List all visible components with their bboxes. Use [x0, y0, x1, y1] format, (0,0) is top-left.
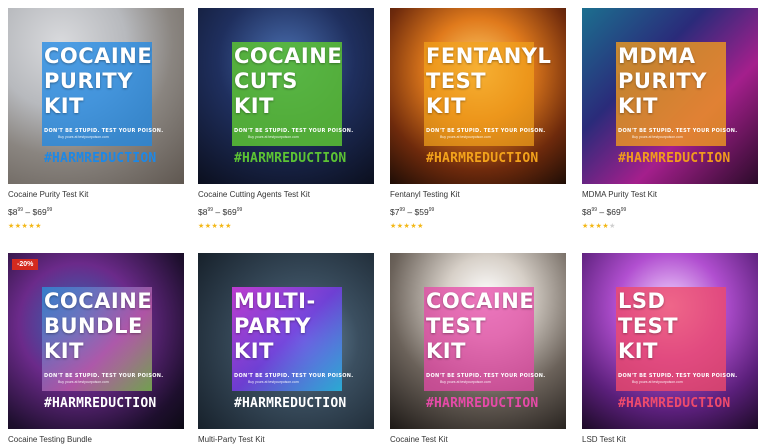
product-title[interactable]: Multi-Party Test Kit: [198, 435, 265, 444]
discount-badge: -20%: [12, 259, 39, 270]
image-tagline: DON'T BE STUPID. TEST YOUR POISON.: [234, 128, 354, 134]
image-subline: Buy yours at testyourpoison.com: [632, 135, 683, 139]
image-subline: Buy yours at testyourpoison.com: [632, 380, 683, 384]
product-title[interactable]: LSD Test Kit: [582, 435, 626, 444]
image-hashtag: #HARMREDUCTION: [234, 151, 347, 166]
product-image[interactable]: MULTI- PARTY KIT DON'T BE STUPID. TEST Y…: [198, 253, 374, 429]
product-price: $899 – $6999: [582, 207, 627, 217]
image-headline: FENTANYL TEST KIT: [426, 44, 552, 118]
image-tagline: DON'T BE STUPID. TEST YOUR POISON.: [426, 373, 546, 379]
image-hashtag: #HARMREDUCTION: [618, 151, 731, 166]
product-title[interactable]: Cocaine Testing Bundle: [8, 435, 92, 444]
image-hashtag: #HARMREDUCTION: [426, 396, 539, 411]
image-subline: Buy yours at testyourpoison.com: [440, 380, 491, 384]
product-image[interactable]: COCAINE PURITY KIT DON'T BE STUPID. TEST…: [8, 8, 184, 184]
star-rating: ★★★★★: [582, 223, 616, 230]
image-headline: LSD TEST KIT: [618, 289, 679, 363]
image-subline: Buy yours at testyourpoison.com: [58, 135, 109, 139]
star-rating: ★★★★★: [390, 223, 424, 230]
image-tagline: DON'T BE STUPID. TEST YOUR POISON.: [44, 128, 164, 134]
product-price: $799 – $5999: [390, 207, 435, 217]
product-title[interactable]: Cocaine Cutting Agents Test Kit: [198, 190, 310, 199]
product-image[interactable]: MDMA PURITY KIT DON'T BE STUPID. TEST YO…: [582, 8, 758, 184]
image-headline: COCAINE TEST KIT: [426, 289, 535, 363]
image-tagline: DON'T BE STUPID. TEST YOUR POISON.: [618, 373, 738, 379]
product-title[interactable]: MDMA Purity Test Kit: [582, 190, 657, 199]
image-headline: MDMA PURITY KIT: [618, 44, 707, 118]
product-price: $899 – $6999: [198, 207, 243, 217]
product-title[interactable]: Cocaine Test Kit: [390, 435, 448, 444]
image-hashtag: #HARMREDUCTION: [44, 151, 157, 166]
image-subline: Buy yours at testyourpoison.com: [248, 380, 299, 384]
image-subline: Buy yours at testyourpoison.com: [248, 135, 299, 139]
image-tagline: DON'T BE STUPID. TEST YOUR POISON.: [618, 128, 738, 134]
product-image[interactable]: COCAINE CUTS KIT DON'T BE STUPID. TEST Y…: [198, 8, 374, 184]
product-image[interactable]: LSD TEST KIT DON'T BE STUPID. TEST YOUR …: [582, 253, 758, 429]
product-title[interactable]: Fentanyl Testing Kit: [390, 190, 460, 199]
product-price: $899 – $6999: [8, 207, 53, 217]
image-headline: COCAINE PURITY KIT: [44, 44, 153, 118]
product-image[interactable]: -20% COCAINE BUNDLE KIT DON'T BE STUPID.…: [8, 253, 184, 429]
image-tagline: DON'T BE STUPID. TEST YOUR POISON.: [234, 373, 354, 379]
image-hashtag: #HARMREDUCTION: [618, 396, 731, 411]
image-subline: Buy yours at testyourpoison.com: [58, 380, 109, 384]
image-headline: COCAINE CUTS KIT: [234, 44, 343, 118]
star-rating: ★★★★★: [198, 223, 232, 230]
image-hashtag: #HARMREDUCTION: [426, 151, 539, 166]
product-title[interactable]: Cocaine Purity Test Kit: [8, 190, 88, 199]
image-tagline: DON'T BE STUPID. TEST YOUR POISON.: [44, 373, 164, 379]
image-hashtag: #HARMREDUCTION: [234, 396, 347, 411]
product-image[interactable]: FENTANYL TEST KIT DON'T BE STUPID. TEST …: [390, 8, 566, 184]
star-rating: ★★★★★: [8, 223, 42, 230]
image-subline: Buy yours at testyourpoison.com: [440, 135, 491, 139]
product-image[interactable]: COCAINE TEST KIT DON'T BE STUPID. TEST Y…: [390, 253, 566, 429]
image-tagline: DON'T BE STUPID. TEST YOUR POISON.: [426, 128, 546, 134]
image-hashtag: #HARMREDUCTION: [44, 396, 157, 411]
image-headline: MULTI- PARTY KIT: [234, 289, 316, 363]
image-headline: COCAINE BUNDLE KIT: [44, 289, 153, 363]
